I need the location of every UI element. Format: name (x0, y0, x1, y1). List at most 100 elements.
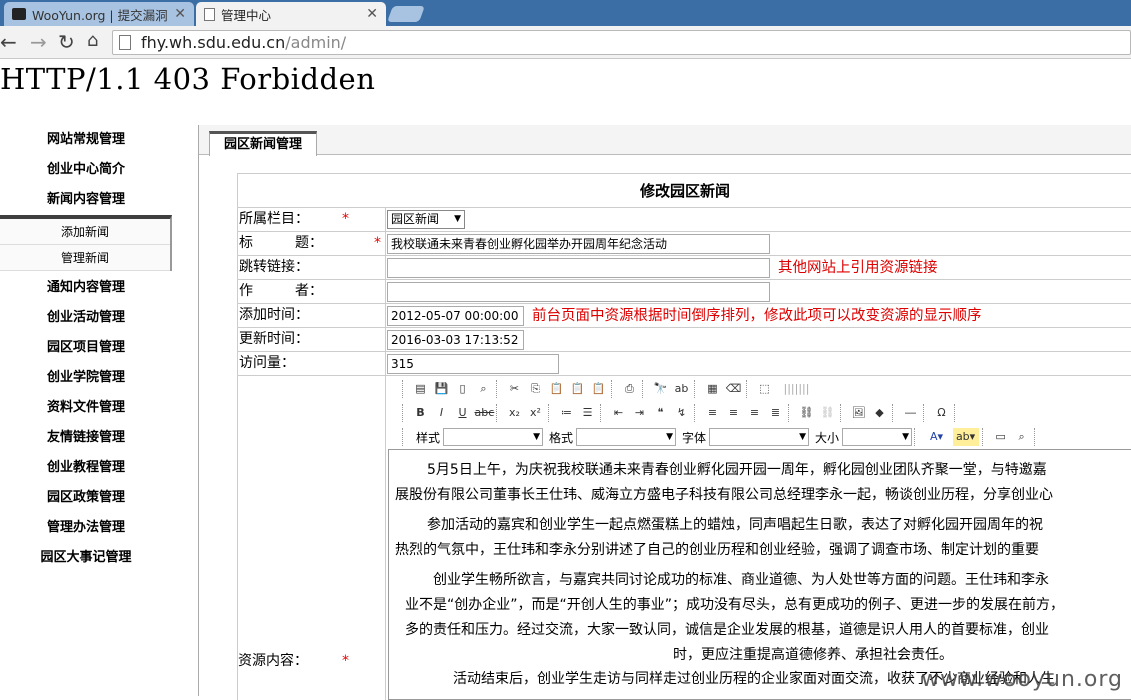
sidebar-item-events[interactable]: 园区大事记管理 (0, 543, 172, 573)
editor-paragraph: 展股份有限公司董事长王仕玮、威海立方盛电子科技有限公司总经理李永一起，畅谈创业历… (395, 483, 1131, 508)
align-center-icon[interactable]: ≡ (725, 404, 743, 422)
source-icon[interactable]: ▤ (412, 380, 430, 398)
cut-icon[interactable]: ✂ (506, 380, 524, 398)
sidebar-item-tutorial[interactable]: 创业教程管理 (0, 453, 172, 483)
required-mark: * (342, 650, 349, 673)
bold-icon[interactable]: B (412, 404, 430, 422)
category-value: 园区新闻 (391, 212, 439, 226)
flash-icon[interactable]: ◆ (871, 404, 889, 422)
size-combo[interactable]: ▼ (842, 428, 912, 446)
sidebar-item-policy[interactable]: 园区政策管理 (0, 483, 172, 513)
special-char-icon[interactable]: Ω (933, 404, 951, 422)
form-icon[interactable]: ⬚ (756, 380, 774, 398)
font-combo[interactable]: ▼ (709, 428, 809, 446)
sidebar-item-news-content[interactable]: 新闻内容管理 (0, 185, 172, 215)
paste-word-icon[interactable]: 📋 (590, 380, 608, 398)
tab-title: 管理中心 (221, 5, 271, 24)
sidebar-item-links[interactable]: 友情链接管理 (0, 423, 172, 453)
strikethrough-icon[interactable]: abc (475, 404, 493, 422)
show-blocks-icon[interactable]: ⌕ (1013, 428, 1031, 446)
div-icon[interactable]: ↯ (673, 404, 691, 422)
editor-toolbar-row-3: 样式 ▼ 格式 ▼ 字体 ▼ 大小 ▼ A▾ ab▾ ▭ ⌕ (400, 426, 1131, 448)
sidebar-item-regulations[interactable]: 管理办法管理 (0, 513, 172, 543)
copy-icon[interactable]: ⎘ (527, 380, 545, 398)
horizontal-rule-icon[interactable]: ― (902, 404, 920, 422)
views-input[interactable]: 315 (387, 354, 559, 374)
align-justify-icon[interactable]: ≣ (767, 404, 785, 422)
add-time-input[interactable]: 2012-05-07 00:00:00 (387, 306, 524, 326)
sidebar-item-academy[interactable]: 创业学院管理 (0, 363, 172, 393)
unlink-icon[interactable]: ⛓ (819, 404, 837, 422)
outdent-icon[interactable]: ⇤ (610, 404, 628, 422)
select-all-icon[interactable]: ▦ (704, 380, 722, 398)
row-update-time: 更新时间： 2016-03-03 17:13:52 (238, 328, 1131, 352)
link-input[interactable] (387, 258, 770, 278)
tab-park-news[interactable]: 园区新闻管理 (209, 131, 317, 156)
category-select[interactable]: 园区新闻▼ (387, 210, 465, 229)
align-right-icon[interactable]: ≡ (746, 404, 764, 422)
sidebar-submenu: 添加新闻 管理新闻 (0, 215, 172, 271)
required-mark: * (342, 208, 349, 231)
blockquote-icon[interactable]: ❝ (652, 404, 670, 422)
close-icon[interactable]: ✕ (174, 6, 186, 22)
sidebar-item-files[interactable]: 资料文件管理 (0, 393, 172, 423)
main-content: 园区新闻管理 修改园区新闻 所属栏目：* 园区新闻▼ 标 题：* 我校联通未来青… (198, 125, 1131, 696)
row-author: 作 者： (238, 280, 1131, 304)
dropdown-arrow-icon: ▼ (533, 429, 540, 445)
update-time-input[interactable]: 2016-03-03 17:13:52 (387, 330, 524, 350)
browser-tab-wooyun[interactable]: WooYun.org | 提交漏洞 ✕ (4, 2, 194, 26)
author-label: 作 者： (238, 280, 386, 303)
new-page-icon[interactable]: ▯ (454, 380, 472, 398)
sidebar-item-project[interactable]: 园区项目管理 (0, 333, 172, 363)
close-icon[interactable]: ✕ (366, 6, 378, 22)
bulleted-list-icon[interactable]: ☰ (579, 404, 597, 422)
category-label: 所属栏目： (239, 211, 309, 227)
sidebar-item-activity[interactable]: 创业活动管理 (0, 303, 172, 333)
subscript-icon[interactable]: x₂ (506, 404, 524, 422)
sidebar-item-notice[interactable]: 通知内容管理 (0, 273, 172, 303)
numbered-list-icon[interactable]: ≔ (558, 404, 576, 422)
size-label: 大小 (815, 429, 839, 446)
back-arrow-icon[interactable]: ← (0, 30, 17, 54)
paste-icon[interactable]: 📋 (548, 380, 566, 398)
style-combo[interactable]: ▼ (443, 428, 543, 446)
row-views: 访问量： 315 (238, 352, 1131, 376)
format-combo[interactable]: ▼ (576, 428, 676, 446)
row-add-time: 添加时间： 2012-05-07 00:00:00 前台页面中资源根据时间倒序排… (238, 304, 1131, 328)
author-input[interactable] (387, 282, 770, 302)
find-icon[interactable]: 🔭 (652, 380, 670, 398)
save-icon[interactable]: 💾 (433, 380, 451, 398)
browser-tab-admin[interactable]: 管理中心 ✕ (196, 2, 386, 26)
sidebar-item-center-intro[interactable]: 创业中心简介 (0, 155, 172, 185)
link-icon[interactable]: ⛓ (798, 404, 816, 422)
text-color-icon[interactable]: A▾ (924, 428, 950, 446)
content-tabbar: 园区新闻管理 (199, 125, 1131, 155)
superscript-icon[interactable]: x² (527, 404, 545, 422)
sidebar-item-site-general[interactable]: 网站常规管理 (0, 125, 172, 155)
italic-icon[interactable]: I (433, 404, 451, 422)
print-icon[interactable]: ⎙ (621, 380, 639, 398)
indent-icon[interactable]: ⇥ (631, 404, 649, 422)
sidebar-subitem-manage-news[interactable]: 管理新闻 (0, 245, 170, 271)
title-input[interactable]: 我校联通未来青春创业孵化园举办开园周年纪念活动 (387, 234, 770, 254)
maximize-icon[interactable]: ▭ (992, 428, 1010, 446)
forward-arrow-icon[interactable]: → (30, 30, 47, 54)
form-controls-icon[interactable]: ||||||| (777, 380, 817, 398)
home-icon[interactable]: ⌂ (87, 30, 98, 51)
spellcheck-icon[interactable]: ab (673, 380, 691, 398)
background-color-icon[interactable]: ab▾ (953, 428, 979, 446)
editor-content-area[interactable]: 5月5日上午，为庆祝我校联通未来青春创业孵化园开园一周年，孵化园创业团队齐聚一堂… (388, 449, 1131, 700)
address-bar[interactable]: fhy.wh.sdu.edu.cn/admin/ (112, 30, 1131, 55)
preview-icon[interactable]: ⌕ (475, 380, 493, 398)
paste-text-icon[interactable]: 📋 (569, 380, 587, 398)
wooyun-favicon-icon (12, 8, 26, 20)
reload-icon[interactable]: ↻ (58, 30, 75, 54)
link-hint: 其他网站上引用资源链接 (778, 257, 938, 279)
new-tab-button[interactable] (387, 6, 425, 22)
underline-icon[interactable]: U (454, 404, 472, 422)
image-icon[interactable]: 🖼 (850, 404, 868, 422)
row-content: 资源内容： * ▤ 💾 ▯ ⌕ ✂ ⎘ 📋 📋 📋 ⎙ 🔭 ab (238, 376, 1131, 700)
remove-format-icon[interactable]: ⌫ (725, 380, 743, 398)
sidebar-subitem-add-news[interactable]: 添加新闻 (0, 219, 170, 245)
align-left-icon[interactable]: ≡ (704, 404, 722, 422)
